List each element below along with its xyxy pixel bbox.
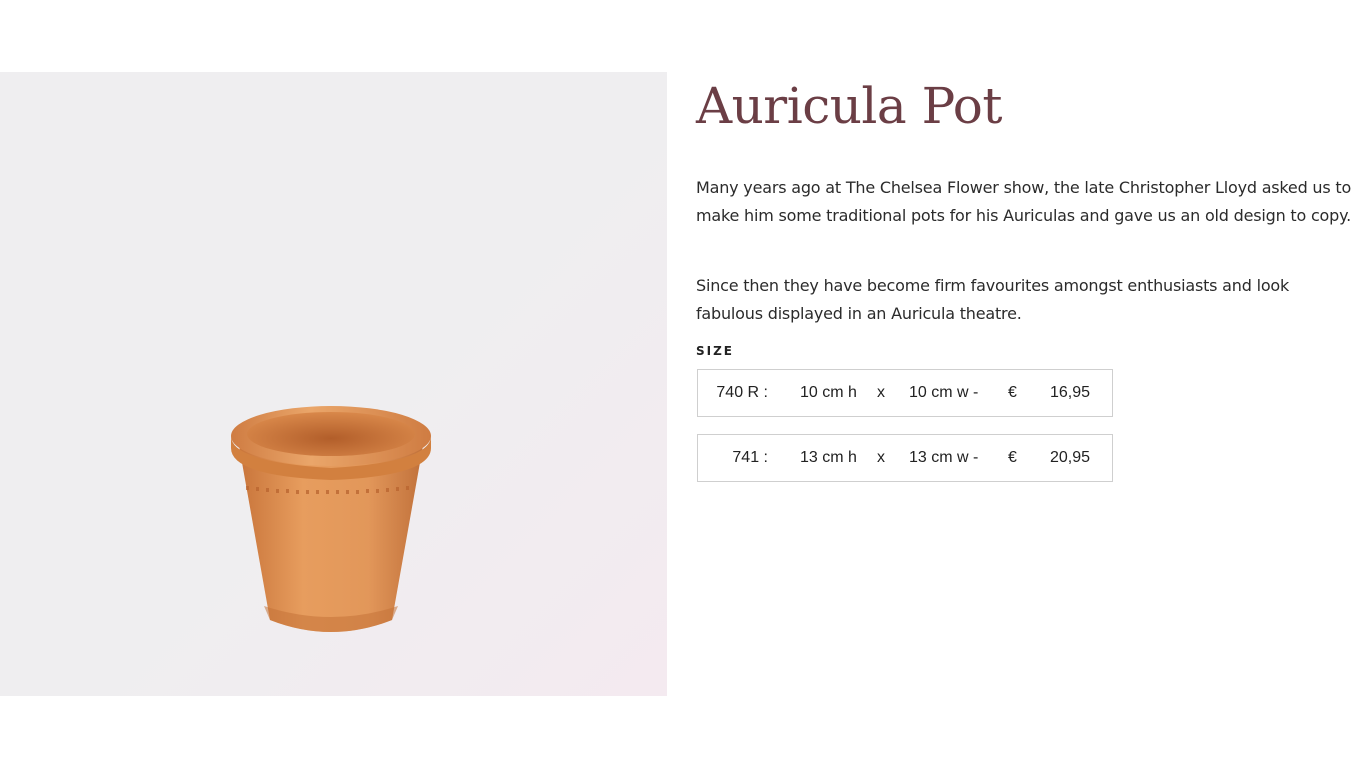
product-page: Auricula Pot Many years ago at The Chels… — [0, 0, 1366, 768]
product-image-panel — [0, 72, 667, 696]
size-option-code: 741 : — [732, 449, 768, 466]
size-option-currency: € — [1008, 384, 1017, 401]
size-option-width: 13 cm w - — [909, 449, 979, 466]
size-option-741[interactable]: 741 : 13 cm h x 13 cm w - € 20,95 — [697, 434, 1113, 482]
size-option-code: 740 R : — [716, 384, 768, 401]
product-description-paragraph-1: Many years ago at The Chelsea Flower sho… — [696, 178, 1352, 225]
size-option-currency: € — [1008, 449, 1017, 466]
size-label: SIZE — [696, 344, 735, 358]
size-option-height: 10 cm h — [800, 384, 857, 401]
size-option-width: 10 cm w - — [909, 384, 979, 401]
terracotta-pot-image — [231, 406, 431, 632]
product-description-paragraph-2: Since then they have become firm favouri… — [696, 276, 1290, 323]
size-option-times: x — [877, 449, 885, 466]
size-option-price: 20,95 — [1049, 449, 1090, 466]
size-option-740r[interactable]: 740 R : 10 cm h x 10 cm w - € 16,95 — [697, 369, 1113, 417]
size-option-price: 16,95 — [1049, 384, 1090, 401]
size-option-times: x — [877, 384, 885, 401]
product-title: Auricula Pot — [696, 77, 1002, 135]
size-option-height: 13 cm h — [800, 449, 857, 466]
